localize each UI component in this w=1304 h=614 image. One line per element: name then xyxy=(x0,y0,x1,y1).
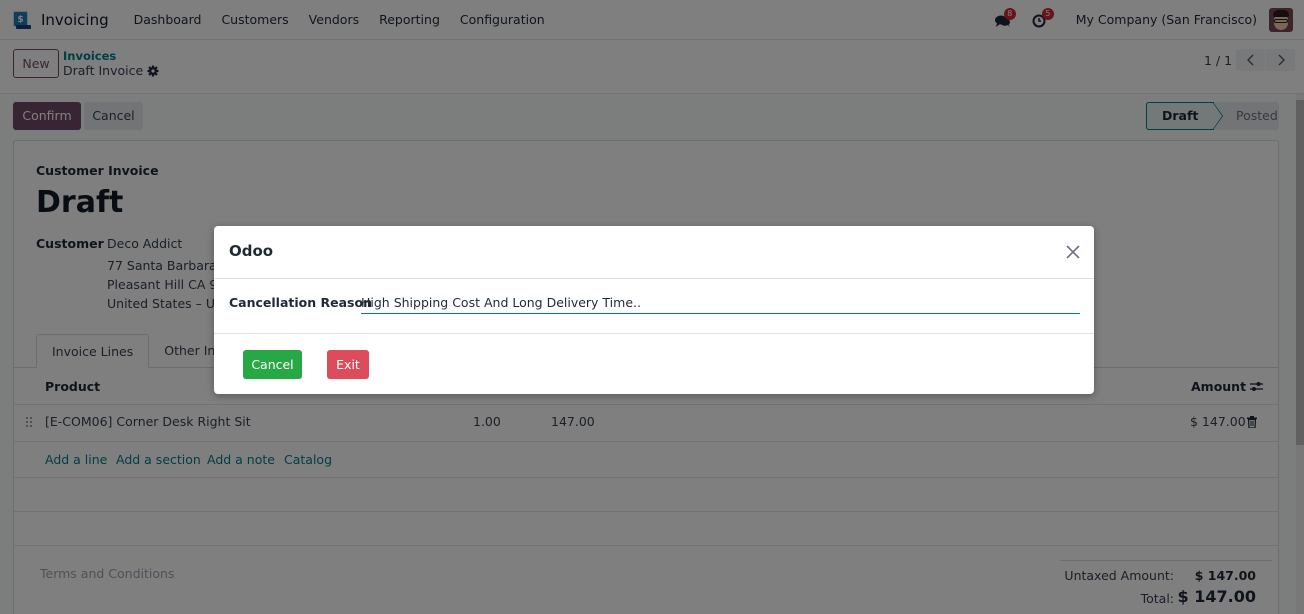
close-icon[interactable] xyxy=(1064,243,1082,261)
dialog-cancel-button[interactable]: Cancel xyxy=(243,350,302,379)
dialog-header: Odoo xyxy=(214,226,1094,279)
dialog-body: Cancellation Reason xyxy=(214,280,1094,334)
dialog-exit-button[interactable]: Exit xyxy=(327,350,369,379)
cancellation-reason-input[interactable] xyxy=(361,292,1080,314)
cancellation-reason-label: Cancellation Reason xyxy=(229,295,372,310)
cancellation-dialog: Odoo Cancellation Reason Cancel Exit xyxy=(214,226,1094,394)
dialog-title: Odoo xyxy=(229,242,274,260)
